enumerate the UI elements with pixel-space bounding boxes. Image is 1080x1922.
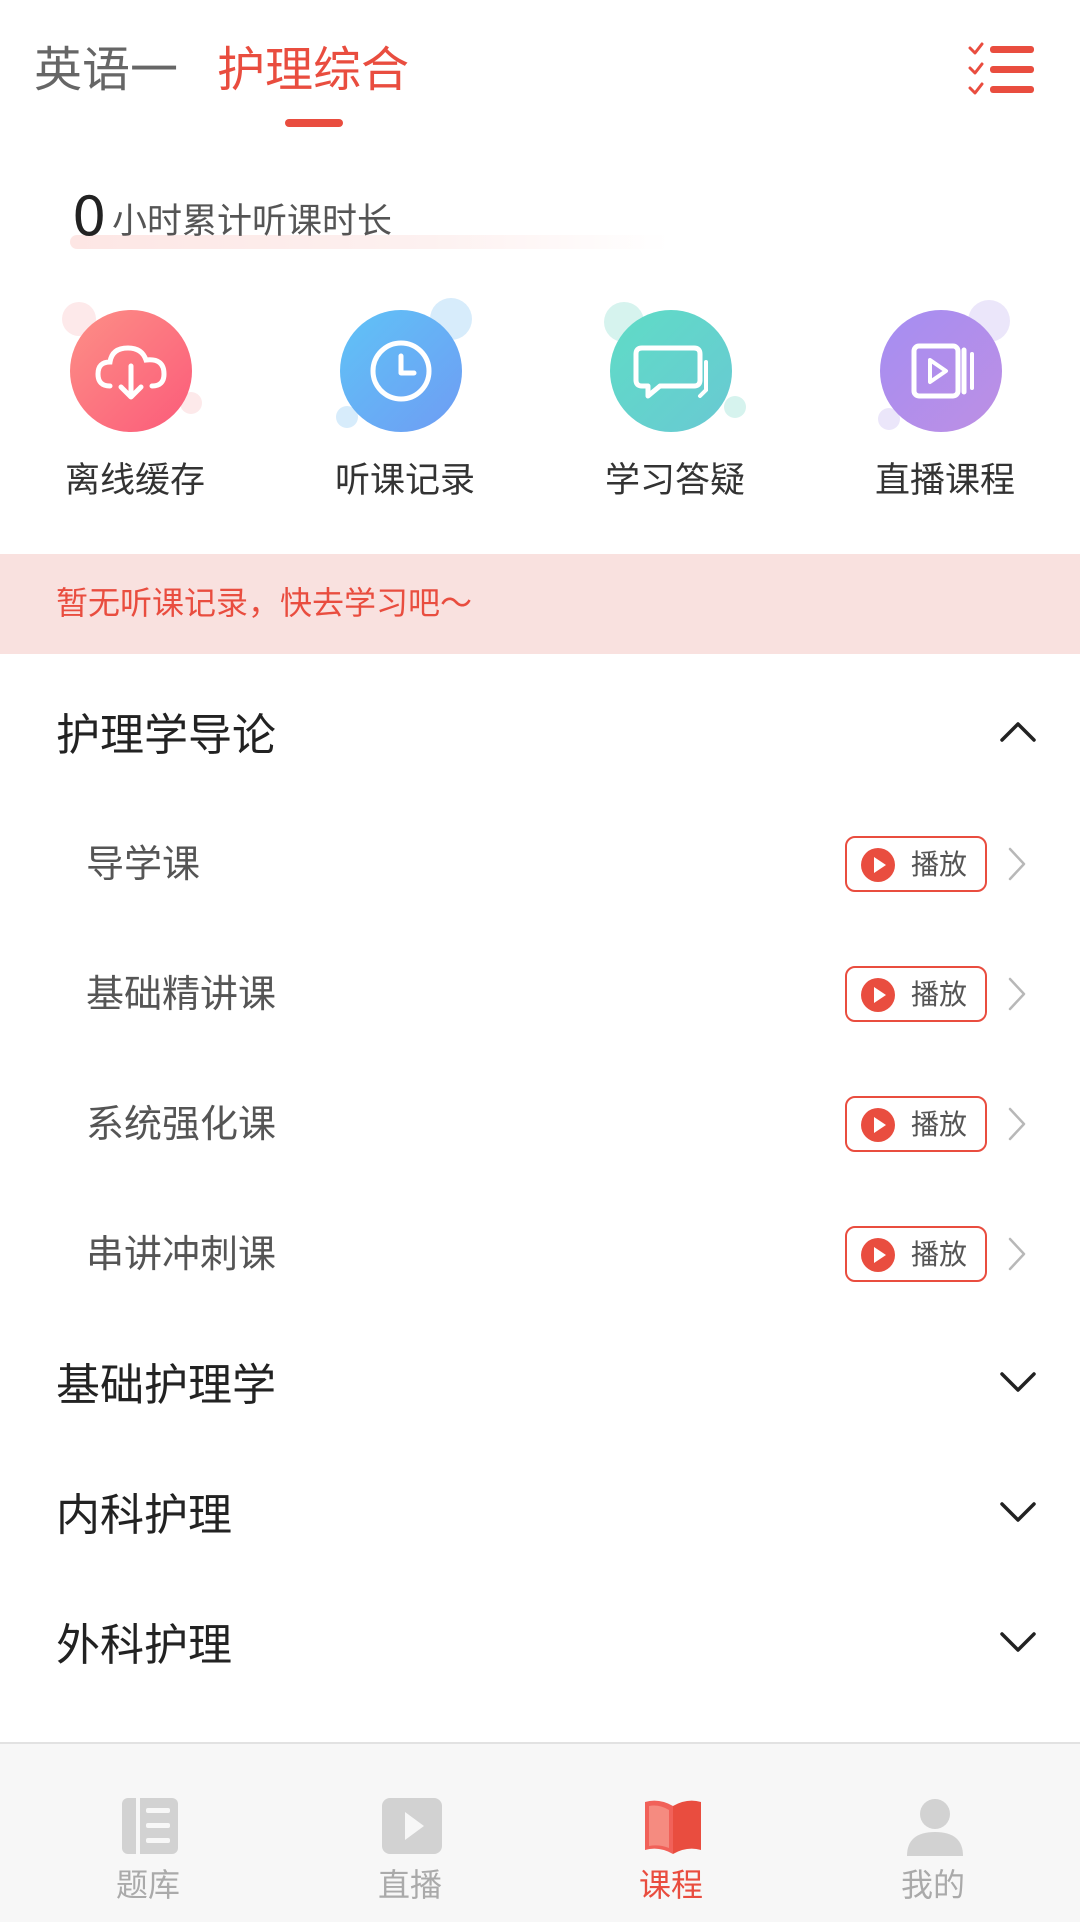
play-label: 播放 — [911, 978, 968, 1011]
play-button[interactable]: 播放 — [845, 836, 987, 892]
nav-mine[interactable]: 我的 — [798, 1744, 1068, 1922]
active-tab-indicator — [285, 119, 343, 127]
live-course-button[interactable]: 直播课程 — [810, 290, 1080, 520]
nav-label: 我的 — [900, 1866, 965, 1904]
section-title: 基础护理学 — [56, 1360, 276, 1411]
study-qa-button[interactable]: 学习答疑 — [540, 290, 810, 520]
listening-record-label: 听课记录 — [334, 461, 475, 501]
play-icon — [861, 1238, 895, 1272]
bottom-nav-bar: 题库 直播 课程 我的 — [0, 1742, 1080, 1922]
lesson-title: 导学课 — [86, 842, 201, 886]
tab-english-one[interactable]: 英语一 — [34, 38, 178, 102]
offline-cache-button[interactable]: 离线缓存 — [0, 290, 270, 520]
play-icon — [861, 848, 895, 882]
section-header-basic-nursing[interactable]: 基础护理学 — [0, 1334, 1080, 1434]
section-header-nursing-intro[interactable]: 护理学导论 — [0, 684, 1080, 784]
open-book-icon — [645, 1800, 701, 1854]
lesson-title: 串讲冲刺课 — [86, 1232, 277, 1276]
lesson-title: 系统强化课 — [86, 1102, 277, 1146]
offline-cache-label: 离线缓存 — [64, 461, 205, 501]
user-icon — [907, 1799, 963, 1856]
chevron-up-icon — [1000, 722, 1036, 742]
lesson-row-basic-lecture[interactable]: 基础精讲课 播放 — [0, 944, 1080, 1044]
clock-icon — [340, 310, 462, 432]
chevron-down-icon — [1000, 1632, 1036, 1652]
chevron-right-icon[interactable] — [1006, 1236, 1028, 1272]
play-label: 播放 — [911, 848, 968, 881]
listening-hours-value: 0 — [72, 185, 107, 248]
lesson-row-sprint-review[interactable]: 串讲冲刺课 播放 — [0, 1204, 1080, 1304]
nav-label: 题库 — [115, 1866, 180, 1904]
play-icon — [861, 978, 895, 1012]
section-title: 外科护理 — [56, 1620, 232, 1671]
lesson-title: 基础精讲课 — [86, 972, 277, 1016]
live-course-label: 直播课程 — [874, 461, 1015, 501]
play-button[interactable]: 播放 — [845, 966, 987, 1022]
play-label: 播放 — [911, 1108, 968, 1141]
live-play-icon — [382, 1798, 442, 1854]
cloud-download-icon — [70, 310, 192, 432]
play-button[interactable]: 播放 — [845, 1096, 987, 1152]
section-header-internal-nursing[interactable]: 内科护理 — [0, 1464, 1080, 1564]
chevron-right-icon[interactable] — [1006, 1106, 1028, 1142]
listening-record-button[interactable]: 听课记录 — [270, 290, 540, 520]
lesson-row-intro-class[interactable]: 导学课 播放 — [0, 814, 1080, 914]
listening-hours-label: 小时累计听课时长 — [112, 202, 393, 242]
nav-question-bank[interactable]: 题库 — [13, 1744, 283, 1922]
chat-bubbles-icon — [610, 310, 732, 432]
chevron-right-icon[interactable] — [1006, 846, 1028, 882]
tab-nursing-comprehensive[interactable]: 护理综合 — [217, 38, 409, 102]
lesson-row-system-intensive[interactable]: 系统强化课 播放 — [0, 1074, 1080, 1174]
section-title: 内科护理 — [56, 1490, 232, 1541]
question-bank-icon — [122, 1798, 178, 1854]
checklist-menu-icon[interactable] — [968, 40, 1034, 102]
play-button[interactable]: 播放 — [845, 1226, 987, 1282]
nav-label: 课程 — [638, 1866, 703, 1904]
section-title: 护理学导论 — [56, 710, 276, 761]
chevron-down-icon — [1000, 1372, 1036, 1392]
chevron-right-icon[interactable] — [1006, 976, 1028, 1012]
chevron-down-icon — [1000, 1502, 1036, 1522]
play-icon — [861, 1108, 895, 1142]
quick-actions: 离线缓存 听课记录 学习答疑 直播课程 — [0, 290, 1080, 520]
video-play-icon — [880, 310, 1002, 432]
no-record-banner: 暂无听课记录，快去学习吧～ — [0, 554, 1080, 654]
nav-label: 直播 — [377, 1866, 442, 1904]
nav-course[interactable]: 课程 — [536, 1744, 806, 1922]
nav-live[interactable]: 直播 — [275, 1744, 545, 1922]
study-qa-label: 学习答疑 — [604, 461, 745, 501]
listening-hours-stat: 0 小时累计听课时长 — [70, 185, 670, 255]
top-tab-bar: 英语一 护理综合 — [0, 0, 1080, 140]
no-record-message: 暂无听课记录，快去学习吧～ — [56, 584, 473, 622]
play-label: 播放 — [911, 1238, 968, 1271]
section-header-surgical-nursing[interactable]: 外科护理 — [0, 1594, 1080, 1694]
